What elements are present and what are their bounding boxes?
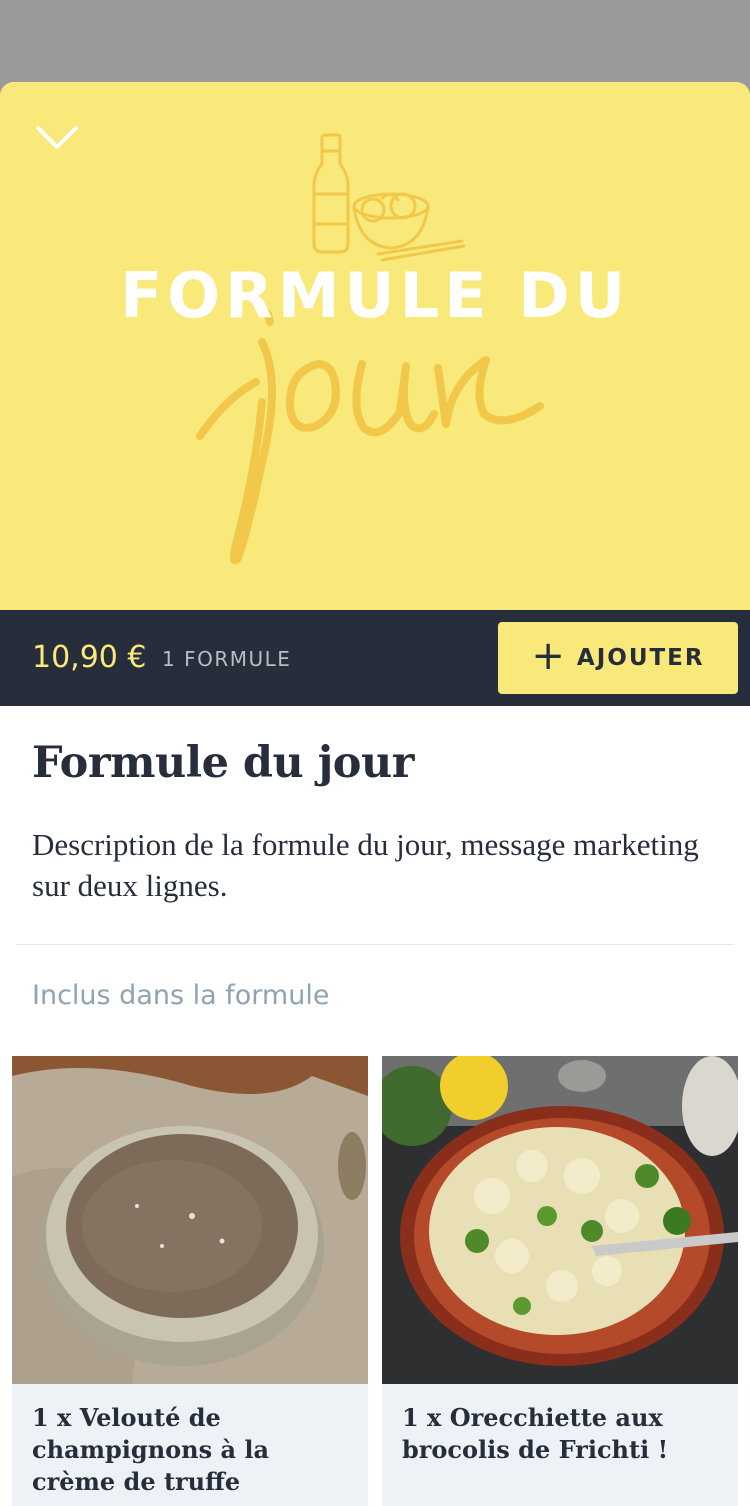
soup-photo	[12, 1056, 368, 1384]
price-label: 10,90 €	[32, 640, 147, 675]
add-button-label: AJOUTER	[576, 645, 705, 671]
close-sheet-button[interactable]	[30, 118, 84, 158]
included-section-label: Inclus dans la formule	[32, 980, 330, 1011]
purchase-bar: 10,90 € 1 FORMULE + AJOUTER	[0, 610, 750, 706]
divider	[16, 944, 734, 945]
included-item-card[interactable]: 1 x Velouté de champignons à la crème de…	[12, 1056, 368, 1506]
product-title: Formule du jour	[32, 738, 414, 788]
hero-banner: FORMULE DU	[0, 82, 750, 610]
plus-icon: +	[531, 633, 565, 679]
included-item-name: 1 x Orecchiette aux brocolis de Frichti …	[402, 1403, 669, 1464]
bottle-icon	[312, 133, 350, 254]
script-jour-decoration	[196, 310, 544, 565]
add-to-cart-button[interactable]: + AJOUTER	[498, 622, 738, 694]
pasta-photo	[382, 1056, 738, 1384]
included-item-name: 1 x Velouté de champignons à la crème de…	[32, 1403, 270, 1496]
hero-illustration	[196, 133, 544, 565]
bowl-icon	[352, 192, 466, 262]
hero-title: FORMULE DU	[119, 259, 631, 332]
included-item-card[interactable]: 1 x Orecchiette aux brocolis de Frichti …	[382, 1056, 738, 1506]
product-sheet: FORMULE DU 10,90 € 1 FORMULE + AJOUTER F…	[0, 82, 750, 1506]
product-description: Description de la formule du jour, messa…	[32, 827, 699, 903]
quantity-label: 1 FORMULE	[162, 647, 292, 671]
chevron-down-icon	[36, 126, 78, 149]
